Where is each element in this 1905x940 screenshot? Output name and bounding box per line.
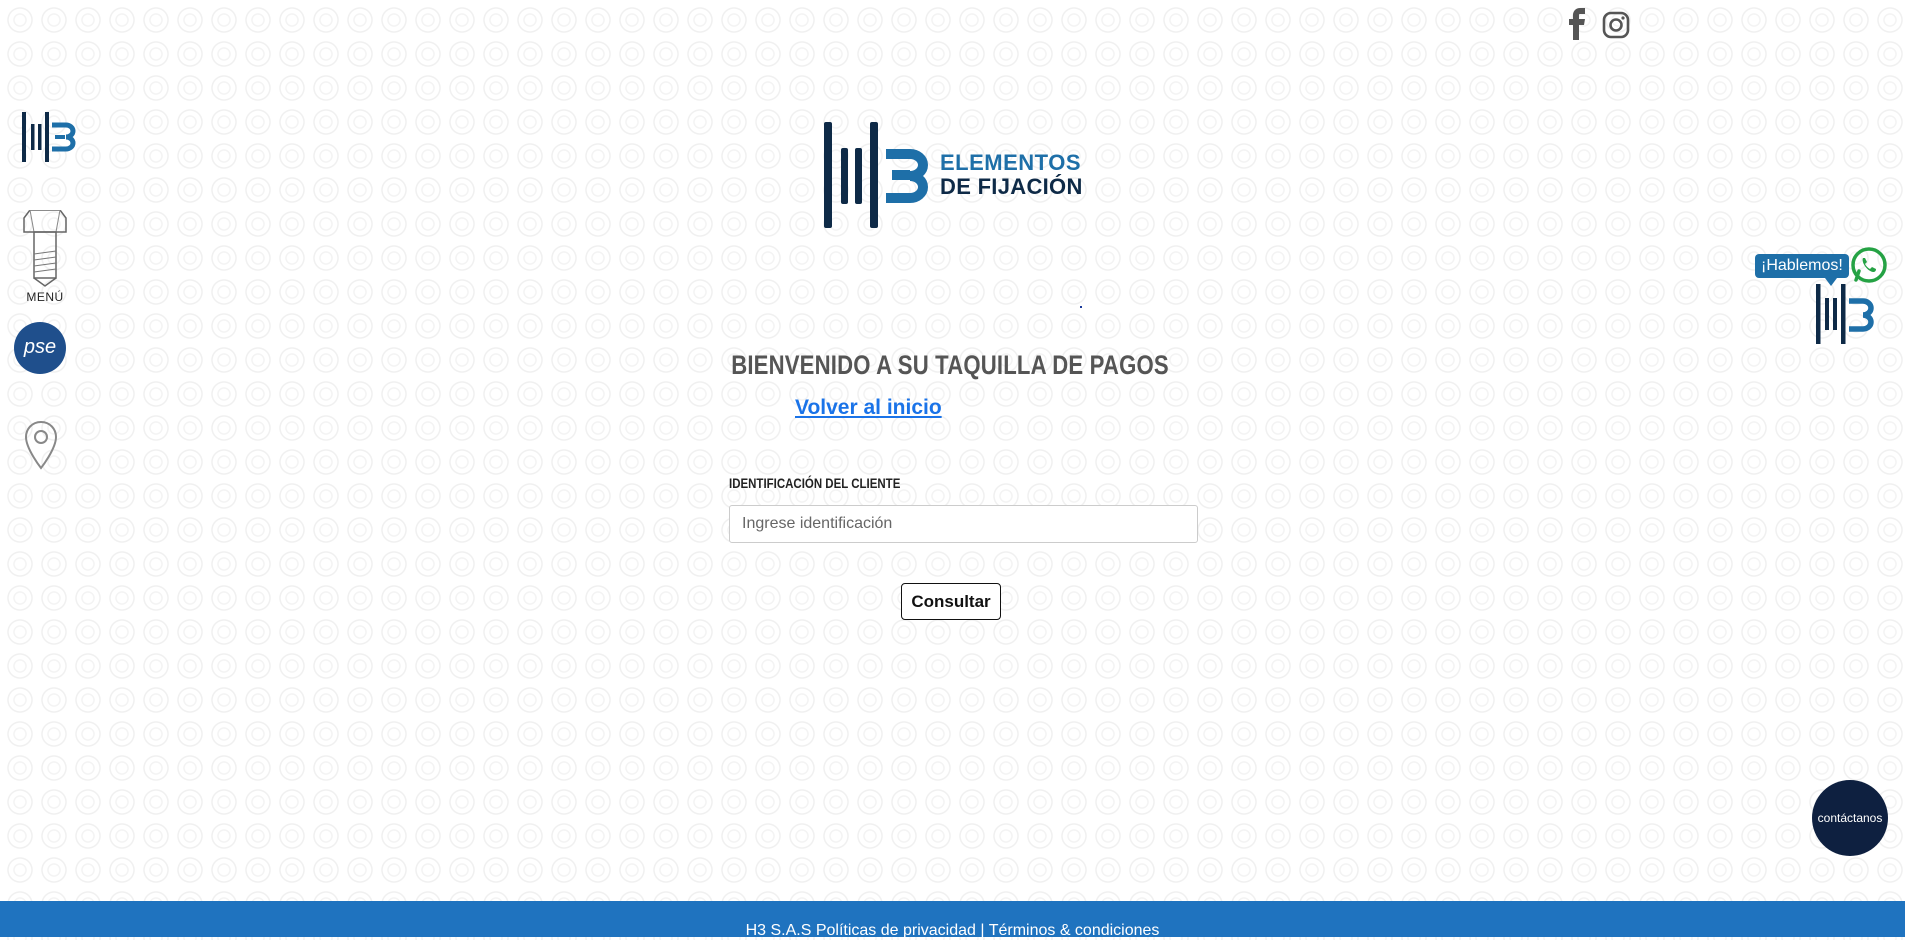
consult-button[interactable]: Consultar xyxy=(901,583,1001,620)
pse-button[interactable]: pse xyxy=(14,322,66,374)
footer-company: H3 S.A.S xyxy=(745,922,812,939)
contact-us-button[interactable]: contáctanos xyxy=(1812,780,1888,856)
menu-button[interactable]: MENÚ xyxy=(20,209,70,306)
back-home-link[interactable]: Volver al inicio xyxy=(795,396,942,420)
facebook-icon[interactable] xyxy=(1566,8,1588,40)
brand-name-line2: DE FIJACIÓN xyxy=(940,174,1083,199)
chat-bubble[interactable]: ¡Hablemos! xyxy=(1755,254,1849,286)
client-id-input[interactable] xyxy=(729,505,1198,543)
decorative-dot xyxy=(1080,306,1082,308)
location-pin-icon[interactable] xyxy=(24,420,58,472)
company-logo-icon[interactable] xyxy=(22,112,76,162)
brand-logo-icon xyxy=(824,122,928,228)
bolt-icon xyxy=(23,209,67,287)
footer-links: H3 S.A.S Políticas de privacidad | Térmi… xyxy=(0,922,1905,940)
privacy-policy-link[interactable]: Políticas de privacidad xyxy=(816,922,976,939)
footer-separator: | xyxy=(980,922,985,939)
client-id-label: IDENTIFICACIÓN DEL CLIENTE xyxy=(729,475,901,491)
whatsapp-icon[interactable] xyxy=(1850,246,1888,284)
terms-link[interactable]: Términos & condiciones xyxy=(989,922,1160,939)
brand-name-line1: ELEMENTOS xyxy=(940,150,1082,175)
menu-label: MENÚ xyxy=(26,290,64,304)
footer: H3 S.A.S Políticas de privacidad | Térmi… xyxy=(0,901,1905,940)
company-logo-icon xyxy=(1816,284,1874,344)
page-title: BIENVENIDO A SU TAQUILLA DE PAGOS xyxy=(731,350,1169,380)
pse-label: pse xyxy=(23,336,57,358)
instagram-icon[interactable] xyxy=(1602,11,1630,39)
